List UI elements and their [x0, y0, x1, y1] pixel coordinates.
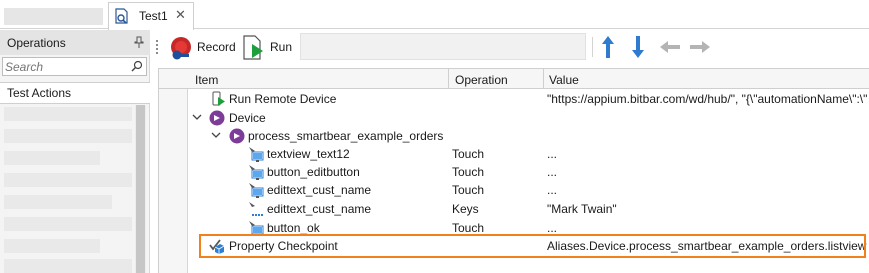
test-file-icon [115, 8, 128, 24]
toolbar-separator [592, 37, 593, 57]
grid-row-gutter [159, 69, 188, 273]
record-button[interactable]: Record [166, 33, 238, 61]
operation-item-placeholder[interactable] [4, 129, 132, 143]
row-value[interactable]: "https://appium.bitbar.com/wd/hub/", "{\… [547, 92, 867, 106]
row-item: edittext_cust_name [267, 183, 372, 197]
row-value[interactable]: "Mark Twain" [547, 202, 867, 216]
chevron-down-icon[interactable] [211, 130, 221, 140]
row-operation: Touch [452, 147, 485, 161]
table-row[interactable]: Run Remote Device "https://appium.bitbar… [189, 90, 869, 109]
row-value[interactable]: ... [547, 165, 867, 179]
row-operation: Touch [452, 183, 485, 197]
tab-label: Test1 [139, 9, 168, 23]
operation-item-placeholder[interactable] [4, 217, 132, 231]
table-row[interactable]: edittext_cust_name Touch ... [189, 181, 869, 200]
table-row[interactable]: button_editbutton Touch ... [189, 163, 869, 182]
row-item: textview_text12 [267, 147, 350, 161]
keys-icon [249, 202, 263, 216]
row-value[interactable]: ... [547, 183, 867, 197]
operation-item-placeholder[interactable] [4, 259, 132, 273]
row-item: Run Remote Device [229, 92, 337, 106]
table-row[interactable]: Device [189, 109, 869, 128]
touch-icon [249, 147, 264, 162]
record-icon [171, 37, 191, 60]
operation-item-placeholder[interactable] [4, 195, 112, 209]
row-item: edittext_cust_name [267, 202, 372, 216]
run-icon [243, 35, 263, 60]
column-separator[interactable] [543, 69, 544, 89]
arrow-up-icon[interactable] [598, 34, 618, 60]
device-icon [209, 110, 225, 126]
column-header-operation[interactable]: Operation [455, 73, 508, 87]
row-operation: Keys [452, 202, 479, 216]
tab-test1[interactable]: Test1 ✕ [108, 2, 194, 30]
toolbar-grip-icon[interactable] [156, 40, 159, 54]
arrow-right-icon[interactable] [688, 34, 712, 60]
row-item: button_editbutton [267, 165, 360, 179]
tab-placeholder[interactable] [4, 8, 103, 25]
column-header-item[interactable]: Item [195, 73, 218, 87]
row-item: process_smartbear_example_orders [248, 129, 444, 143]
run-remote-device-icon [212, 91, 225, 106]
table-row[interactable]: edittext_cust_name Keys "Mark Twain" [189, 200, 869, 219]
column-separator[interactable] [448, 69, 449, 89]
test-actions-title: Test Actions [7, 86, 72, 100]
grid-header [159, 69, 869, 89]
operations-title: Operations [7, 36, 66, 50]
run-button[interactable]: Run [240, 33, 296, 61]
search-icon[interactable] [131, 60, 143, 72]
row-operation: Touch [452, 221, 485, 235]
operation-item-placeholder[interactable] [4, 151, 100, 165]
highlight-frame [199, 234, 866, 258]
operation-item-placeholder[interactable] [4, 173, 132, 187]
row-operation: Touch [452, 165, 485, 179]
row-item: button_ok [267, 221, 320, 235]
close-icon[interactable]: ✕ [175, 7, 186, 23]
process-icon [229, 128, 245, 144]
operation-item-placeholder[interactable] [4, 239, 100, 253]
operations-search[interactable] [2, 57, 147, 76]
touch-icon [249, 183, 264, 198]
table-row[interactable]: textview_text12 Touch ... [189, 145, 869, 164]
arrow-left-icon[interactable] [658, 34, 682, 60]
column-header-value[interactable]: Value [549, 73, 579, 87]
operation-item-placeholder[interactable] [4, 107, 132, 121]
row-value[interactable]: ... [547, 221, 867, 235]
table-row[interactable]: process_smartbear_example_orders [189, 127, 869, 146]
run-label: Run [270, 40, 293, 54]
search-input[interactable] [5, 58, 125, 75]
operations-scrollbar-thumb[interactable] [136, 105, 145, 273]
row-item: Device [229, 111, 266, 125]
toolbar-blank-field[interactable] [300, 33, 586, 60]
record-label: Record [197, 40, 236, 54]
touch-icon [249, 165, 264, 180]
row-value[interactable]: ... [547, 147, 867, 161]
pin-icon[interactable] [134, 36, 144, 48]
arrow-down-icon[interactable] [628, 34, 648, 60]
chevron-down-icon[interactable] [192, 112, 202, 122]
